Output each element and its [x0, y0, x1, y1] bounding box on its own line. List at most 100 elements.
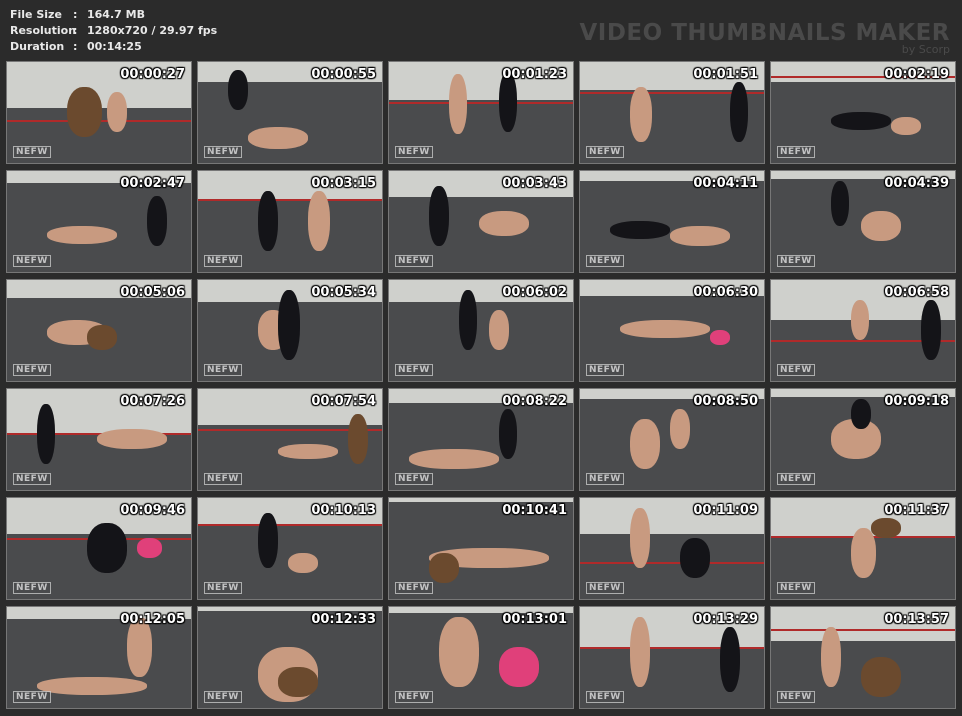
- channel-logo: NEFW: [395, 364, 433, 376]
- wrestler-figure: [67, 87, 102, 137]
- timestamp-label: 00:07:26: [120, 394, 185, 409]
- timestamp-label: 00:03:15: [311, 176, 376, 191]
- channel-logo: NEFW: [13, 364, 51, 376]
- channel-logo: NEFW: [204, 146, 242, 158]
- wrestler-figure: [439, 617, 479, 687]
- wrestler-figure: [258, 191, 278, 251]
- video-thumbnail[interactable]: 00:01:23 NEFW: [388, 61, 574, 164]
- timestamp-label: 00:08:22: [502, 394, 567, 409]
- channel-logo: NEFW: [395, 255, 433, 267]
- wrestler-figure: [489, 310, 509, 350]
- ring-rope: [198, 199, 382, 201]
- duration-value: 00:14:25: [87, 40, 142, 53]
- wrestler-figure: [37, 677, 147, 695]
- timestamp-label: 00:04:39: [884, 176, 949, 191]
- video-thumbnail[interactable]: 00:13:29 NEFW: [579, 606, 765, 709]
- wrestler-figure: [147, 196, 167, 246]
- wrestler-figure: [720, 627, 740, 692]
- timestamp-label: 00:06:30: [693, 285, 758, 300]
- channel-logo: NEFW: [586, 582, 624, 594]
- timestamp-label: 00:05:06: [120, 285, 185, 300]
- video-thumbnail[interactable]: 00:13:01 NEFW: [388, 606, 574, 709]
- video-thumbnail[interactable]: 00:03:43 NEFW: [388, 170, 574, 273]
- ring-rope: [580, 562, 764, 564]
- wrestler-figure: [851, 528, 876, 578]
- video-thumbnail[interactable]: 00:10:41 NEFW: [388, 497, 574, 600]
- channel-logo: NEFW: [204, 255, 242, 267]
- wrestler-figure: [348, 414, 368, 464]
- video-thumbnail[interactable]: 00:00:27 NEFW: [6, 61, 192, 164]
- video-thumbnail[interactable]: 00:06:30 NEFW: [579, 279, 765, 382]
- timestamp-label: 00:13:57: [884, 612, 949, 627]
- wrestler-figure: [288, 553, 318, 573]
- timestamp-label: 00:09:18: [884, 394, 949, 409]
- channel-logo: NEFW: [13, 255, 51, 267]
- wrestler-figure: [97, 429, 167, 449]
- video-thumbnail[interactable]: 00:07:26 NEFW: [6, 388, 192, 491]
- video-thumbnail[interactable]: 00:05:34 NEFW: [197, 279, 383, 382]
- channel-logo: NEFW: [777, 364, 815, 376]
- wrestler-figure: [308, 191, 330, 251]
- video-thumbnail[interactable]: 00:01:51 NEFW: [579, 61, 765, 164]
- channel-logo: NEFW: [204, 691, 242, 703]
- video-thumbnail[interactable]: 00:06:02 NEFW: [388, 279, 574, 382]
- video-thumbnail[interactable]: 00:07:54 NEFW: [197, 388, 383, 491]
- wrestler-figure: [831, 112, 891, 130]
- wrestler-figure: [248, 127, 308, 149]
- timestamp-label: 00:06:02: [502, 285, 567, 300]
- video-thumbnail[interactable]: 00:05:06 NEFW: [6, 279, 192, 382]
- channel-logo: NEFW: [777, 582, 815, 594]
- channel-logo: NEFW: [395, 146, 433, 158]
- video-thumbnail[interactable]: 00:02:47 NEFW: [6, 170, 192, 273]
- channel-logo: NEFW: [777, 473, 815, 485]
- video-thumbnail[interactable]: 00:12:05 NEFW: [6, 606, 192, 709]
- separator: :: [73, 24, 78, 37]
- timestamp-label: 00:07:54: [311, 394, 376, 409]
- wrestler-figure: [278, 667, 318, 697]
- duration-label: Duration: [10, 40, 65, 53]
- channel-logo: NEFW: [395, 691, 433, 703]
- wrestler-figure: [630, 87, 652, 142]
- wrestler-figure: [87, 325, 117, 350]
- wrestler-figure: [851, 300, 869, 340]
- video-thumbnail[interactable]: 00:03:15 NEFW: [197, 170, 383, 273]
- channel-logo: NEFW: [586, 364, 624, 376]
- timestamp-label: 00:05:34: [311, 285, 376, 300]
- wrestler-figure: [107, 92, 127, 132]
- brand-title: VIDEO THUMBNAILS MAKER: [579, 20, 950, 46]
- wrestler-figure: [278, 444, 338, 459]
- video-thumbnail[interactable]: 00:11:37 NEFW: [770, 497, 956, 600]
- resolution-label: Resolution: [10, 24, 77, 37]
- channel-logo: NEFW: [13, 473, 51, 485]
- timestamp-label: 00:12:33: [311, 612, 376, 627]
- video-thumbnail[interactable]: 00:08:50 NEFW: [579, 388, 765, 491]
- wrestler-figure: [409, 449, 499, 469]
- wrestler-figure: [499, 409, 517, 459]
- channel-logo: NEFW: [586, 691, 624, 703]
- brand-watermark: VIDEO THUMBNAILS MAKER by Scorp: [579, 20, 950, 56]
- channel-logo: NEFW: [204, 364, 242, 376]
- video-thumbnail[interactable]: 00:09:46 NEFW: [6, 497, 192, 600]
- video-thumbnail[interactable]: 00:12:33 NEFW: [197, 606, 383, 709]
- wrestler-figure: [670, 226, 730, 246]
- video-thumbnail[interactable]: 00:13:57 NEFW: [770, 606, 956, 709]
- wrestler-figure: [610, 221, 670, 239]
- video-thumbnail[interactable]: 00:02:19 NEFW: [770, 61, 956, 164]
- wrestler-figure: [670, 409, 690, 449]
- video-thumbnail[interactable]: 00:10:13 NEFW: [197, 497, 383, 600]
- wrestler-figure: [630, 419, 660, 469]
- video-thumbnail[interactable]: 00:08:22 NEFW: [388, 388, 574, 491]
- ring-rope: [771, 629, 955, 631]
- timestamp-label: 00:11:09: [693, 503, 758, 518]
- video-thumbnail[interactable]: 00:06:58 NEFW: [770, 279, 956, 382]
- video-thumbnail[interactable]: 00:04:39 NEFW: [770, 170, 956, 273]
- channel-logo: NEFW: [777, 691, 815, 703]
- video-thumbnail[interactable]: 00:04:11 NEFW: [579, 170, 765, 273]
- timestamp-label: 00:13:01: [502, 612, 567, 627]
- video-thumbnail[interactable]: 00:00:55 NEFW: [197, 61, 383, 164]
- channel-logo: NEFW: [586, 473, 624, 485]
- video-thumbnail[interactable]: 00:11:09 NEFW: [579, 497, 765, 600]
- channel-logo: NEFW: [13, 146, 51, 158]
- timestamp-label: 00:02:47: [120, 176, 185, 191]
- video-thumbnail[interactable]: 00:09:18 NEFW: [770, 388, 956, 491]
